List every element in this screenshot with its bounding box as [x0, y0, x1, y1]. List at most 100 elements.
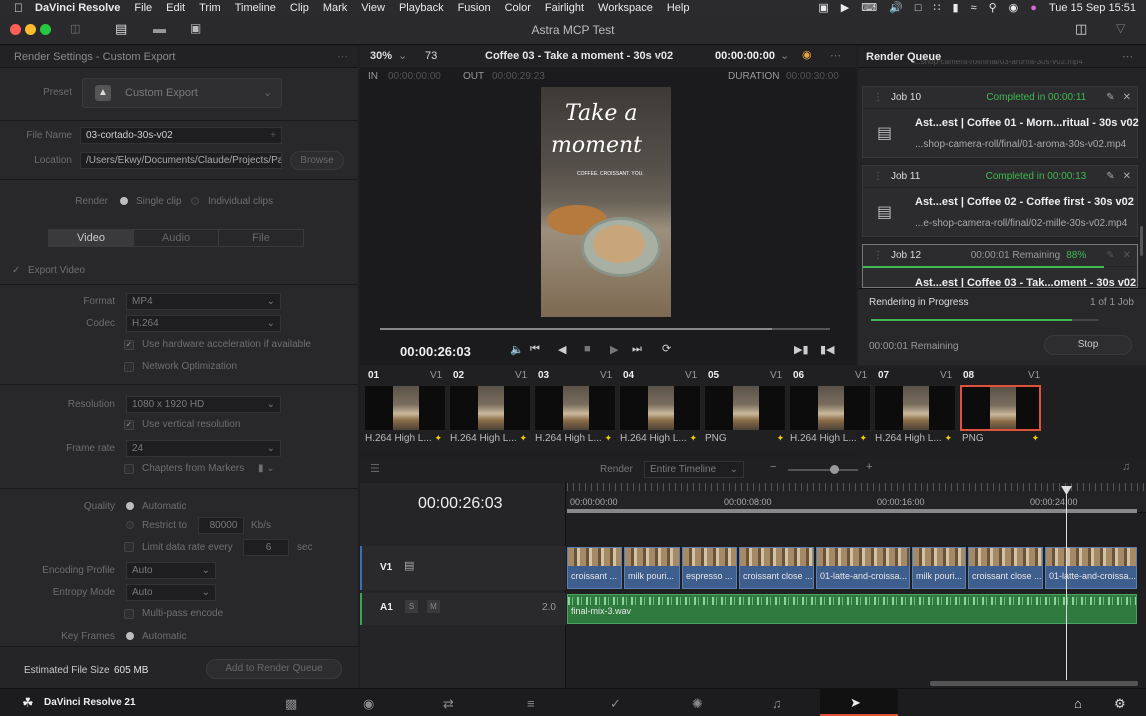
limit-rate-checkbox[interactable]	[124, 542, 134, 552]
menu-app-name[interactable]: DaVinci Resolve	[35, 2, 120, 14]
menu-edit[interactable]: Edit	[166, 2, 185, 14]
preset-dropdown[interactable]: ▲ Custom Export ⌄	[82, 78, 282, 108]
entropy-dropdown[interactable]: Auto ⌄	[126, 584, 216, 601]
thumbnail[interactable]	[789, 385, 871, 431]
chevron-down-icon[interactable]: ⌄	[780, 49, 789, 62]
timeline-options-icon[interactable]: ☰	[370, 462, 380, 475]
video-clip[interactable]: 01-latte-and-croissa...	[1045, 547, 1137, 589]
video-clip[interactable]: croissant ...	[567, 547, 622, 589]
home-icon[interactable]: ⌂	[1074, 696, 1082, 711]
limit-rate-input[interactable]: 6	[243, 539, 289, 556]
menu-trim[interactable]: Trim	[199, 2, 221, 14]
quality-automatic-radio[interactable]	[126, 502, 134, 510]
thumbnail[interactable]	[534, 385, 616, 431]
render-range-dropdown[interactable]: Entire Timeline ⌄	[644, 461, 744, 478]
film-strip-icon[interactable]: ▤	[404, 559, 414, 572]
cut-page-icon[interactable]: ◉	[363, 696, 374, 712]
viewer-clip-name[interactable]: Coffee 03 - Take a moment - 30s v02	[485, 50, 673, 62]
more-options-icon[interactable]: ⋯	[337, 50, 358, 63]
location-input[interactable]: /Users/Ekwy/Documents/Claude/Projects/Pa	[80, 152, 282, 169]
menu-mark[interactable]: Mark	[323, 2, 347, 14]
volume-icon[interactable]: 🔊	[889, 1, 903, 14]
video-clip[interactable]: espresso ...	[682, 547, 737, 589]
play-reverse-icon[interactable]: ◀	[558, 343, 566, 356]
airplay-icon[interactable]: ▣	[818, 1, 828, 14]
skip-forward-icon[interactable]: ⏭	[632, 343, 642, 356]
menu-help[interactable]: Help	[667, 2, 690, 14]
encoding-profile-dropdown[interactable]: Auto ⌄	[126, 562, 216, 579]
video-clip[interactable]: milk pouri...	[624, 547, 680, 589]
color-wheel-icon[interactable]: ◉	[802, 48, 812, 61]
mute-button[interactable]: M	[427, 600, 440, 613]
tab-file[interactable]: File	[218, 230, 303, 246]
menu-fairlight[interactable]: Fairlight	[545, 2, 584, 14]
hw-accel-checkbox[interactable]: ✓	[124, 340, 134, 350]
loop-icon[interactable]: ⟳	[662, 342, 671, 355]
video-clip[interactable]: milk pouri...	[912, 547, 966, 589]
framerate-dropdown[interactable]: 24 ⌄	[126, 440, 281, 457]
deliver-page-tab[interactable]: ➤	[820, 689, 898, 716]
restrict-input[interactable]: 80000	[198, 517, 244, 534]
menu-view[interactable]: View	[361, 2, 385, 14]
filename-input[interactable]: 03-cortado-30s-v02 +	[80, 127, 282, 144]
zoom-slider-knob[interactable]	[830, 465, 839, 474]
control-center-icon[interactable]: ◉	[1009, 1, 1019, 14]
zoom-slider[interactable]	[788, 469, 858, 471]
timeline-playhead[interactable]	[1066, 487, 1067, 680]
close-icon[interactable]: ✕	[1123, 250, 1131, 261]
video-clip[interactable]: croissant close ...	[739, 547, 814, 589]
stop-render-button[interactable]: Stop	[1044, 335, 1132, 355]
zoom-out-icon[interactable]: −	[770, 461, 776, 473]
media-page-icon[interactable]: ▩	[285, 696, 297, 712]
chevron-down-icon[interactable]: ⌄	[398, 49, 407, 62]
add-to-render-queue-button[interactable]: Add to Render Queue	[206, 659, 342, 679]
tab-audio[interactable]: Audio	[133, 230, 218, 246]
volume-icon[interactable]: 🔈	[510, 343, 524, 356]
bluetooth-icon[interactable]: ∷	[934, 1, 941, 14]
thumbnail[interactable]	[364, 385, 446, 431]
edit-icon[interactable]: ✎	[1106, 250, 1114, 261]
expand-icon[interactable]: ▽	[1116, 21, 1125, 35]
individual-clips-radio[interactable]	[191, 197, 199, 205]
plus-icon[interactable]: +	[270, 128, 276, 143]
settings-gear-icon[interactable]: ⚙	[1114, 696, 1126, 712]
apple-icon[interactable]: 	[14, 1, 23, 15]
color-page-icon[interactable]: ✓	[610, 696, 621, 712]
single-clip-radio[interactable]	[120, 197, 128, 205]
close-icon[interactable]: ✕	[1123, 171, 1131, 182]
music-note-icon[interactable]: ♫	[1122, 461, 1130, 473]
zoom-dropdown[interactable]: 30%	[370, 50, 392, 62]
zoom-in-icon[interactable]: +	[866, 461, 872, 473]
menu-clip[interactable]: Clip	[290, 2, 309, 14]
audio-clip[interactable]: final-mix-3.wav	[567, 594, 1137, 624]
fusion-page-icon[interactable]: ≡	[527, 696, 535, 711]
keyboard-icon[interactable]: ⌨	[861, 1, 877, 14]
menu-fusion[interactable]: Fusion	[458, 2, 491, 14]
menubar-clock[interactable]: Tue 15 Sep 15:51	[1049, 2, 1136, 14]
chapters-checkbox[interactable]	[124, 464, 134, 474]
thumbnail-selected[interactable]	[960, 385, 1041, 431]
render-job[interactable]: ⋮ Job 11 Completed in 00:00:13 ✎ ✕ ▤ Ast...e…	[862, 165, 1138, 237]
stop-icon[interactable]: ■	[584, 343, 591, 355]
scrubber-track[interactable]	[380, 328, 830, 330]
menu-timeline[interactable]: Timeline	[235, 2, 276, 14]
music-note-icon[interactable]: ♫	[772, 696, 782, 711]
thumbnail[interactable]	[449, 385, 531, 431]
browse-button[interactable]: Browse	[290, 151, 344, 170]
export-video-check-icon[interactable]: ✓	[12, 265, 20, 276]
more-options-icon[interactable]: ⋯	[830, 49, 841, 62]
restrict-radio[interactable]	[126, 521, 134, 529]
next-marker-icon[interactable]: ▶▮	[794, 343, 809, 356]
render-job[interactable]: ⋮ Job 10 Completed in 00:00:11 ✎ ✕ ▤ Ast...e…	[862, 86, 1139, 158]
keyframes-automatic-radio[interactable]	[126, 632, 134, 640]
menu-file[interactable]: File	[134, 2, 152, 14]
thumbnail[interactable]	[704, 385, 786, 431]
menu-workspace[interactable]: Workspace	[598, 2, 653, 14]
skip-back-icon[interactable]: ⏮	[530, 343, 540, 356]
dual-monitor-icon[interactable]: ◫	[1075, 21, 1087, 37]
menu-playback[interactable]: Playback	[399, 2, 444, 14]
edit-icon[interactable]: ✎	[1106, 171, 1114, 182]
video-clip[interactable]: 01-latte-and-croissa...	[816, 547, 910, 589]
chevron-down-icon[interactable]: ⌄	[653, 49, 662, 62]
edit-page-icon[interactable]: ⇄	[443, 696, 454, 712]
